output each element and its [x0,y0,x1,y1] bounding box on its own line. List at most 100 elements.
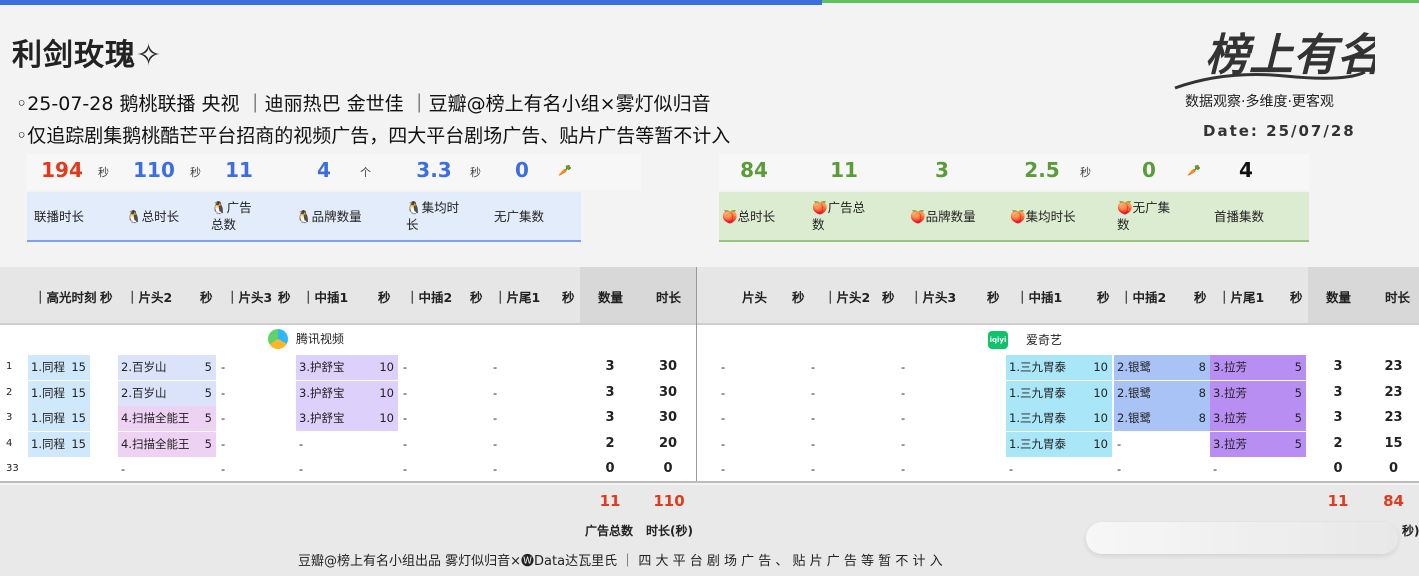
ad-brand: 3.护舒宝 [299,411,345,425]
ad-slot: 3.拉芳 5 [1210,406,1306,431]
ad-brand: - [1117,436,1122,451]
ad-brand: 4.扫描全能王 [121,436,190,451]
ad-slot: - [490,381,580,406]
ad-slot: - [808,432,896,457]
episode-number: 3 [6,412,13,423]
ad-seconds: 10 [1093,385,1108,400]
total-duration-label-right: 秒) [1402,524,1419,538]
platform-tencent: 腾讯视频 [268,328,344,350]
info-line-2: ◦仅追踪剧集鹅桃酷芒平台招商的视频广告，四大平台剧场广告、贴片广告等暂不计入 [16,125,731,147]
ad-slot: 3.护舒宝 10 [296,380,398,406]
ad-slot: - [1114,432,1210,457]
iqiyi-icon: iqiyi [988,331,1008,349]
ad-brand: - [721,436,726,451]
ad-brand: - [221,385,226,400]
stat-right-label: 🍑总时长 [722,209,776,224]
row-left-count: 3 [605,384,615,400]
ad-slot: - [400,406,492,431]
total-left-duration: 110 [653,492,685,510]
ad-brand: 4.扫描全能王 [121,411,190,425]
ad-slot: - [218,381,296,406]
ad-seconds: 15 [71,385,86,400]
ad-slot: - [400,457,492,479]
ad-brand: - [403,462,408,476]
ad-slot: - [1114,457,1210,479]
ad-slot: - [898,406,1006,431]
ad-slot: - [718,355,806,380]
ad-brand: 1.同程 [31,385,65,400]
header-right-col: 秒 [1194,290,1207,305]
platform-iqiyi: iqiyi 爱奇艺 [988,330,1062,350]
ad-seconds: 8 [1198,411,1206,425]
total-right-count: 11 [1327,492,1349,510]
ad-slot: - [490,355,580,380]
ad-slot: - [490,432,580,457]
page-title: 利剑玫瑰✧ [12,38,163,73]
stat-left-value: 0 [515,158,529,182]
stat-right-value: 11 [830,158,858,182]
stat-left-unit: 秒 [190,166,201,179]
ad-brand: - [221,436,226,451]
ad-brand: - [493,436,498,451]
ad-brand: - [811,411,816,425]
ad-brand: - [403,436,408,451]
ad-brand: - [901,462,906,476]
ad-slot: - [808,457,896,479]
ad-seconds: 8 [1198,385,1206,400]
info-line-1: ◦25-07-28 鹅桃联播 央视 ｜迪丽热巴 金世佳 ｜豆瓣@榜上有名小组×雾… [16,93,711,115]
header-left-col: ｜片头2 [126,290,173,305]
stat-left-unit: 秒 [98,166,109,179]
ad-slot: - [400,355,492,380]
ad-seconds: 10 [1093,436,1108,451]
header-right-col: ｜中插1 [1016,290,1063,305]
ad-brand: - [1213,462,1218,476]
stat-left-label: 联播时长 [34,209,85,224]
ad-seconds: 10 [379,411,394,425]
ad-seconds: 15 [71,436,86,451]
ad-brand: - [811,436,816,451]
total-left-count: 11 [599,492,621,510]
ad-brand: 1.同程 [31,411,65,425]
footer-note: 豆瓣@榜上有名小组出品 雾灯似归音×🅦Data达瓦里氏 ｜ 四 大 平 台 剧 … [298,554,943,569]
tagline: 数据观察·多维度·更客观 [1185,94,1334,110]
top-accent-bar [0,0,822,5]
ad-seconds: 5 [204,385,212,400]
episode-number: 2 [6,386,13,398]
ad-brand: - [901,385,906,400]
stat-right-label: 🍑无广集 数 [1117,200,1171,232]
stat-left-label: 🐧广告 总数 [211,200,252,232]
row-right-count: 2 [1333,435,1343,451]
platform-divider [696,267,697,483]
ad-slot: - [718,457,806,479]
scroll-handle[interactable] [1086,522,1398,554]
row-left-count: 0 [605,461,615,476]
ad-slot: 1.同程 15 [28,380,90,406]
header-left-col: ｜中插2 [406,290,453,305]
ad-brand: 2.银鹭 [1117,411,1151,425]
ad-slot: - [898,432,1006,457]
header-left-col: 秒 [200,290,213,305]
ad-seconds: 5 [1294,360,1302,374]
stat-left-label: 🐧集均时 长 [406,200,460,232]
stat-right-value: 2.5 [1024,158,1060,182]
ad-slot: - [718,381,806,406]
ad-slot: - [296,457,398,479]
header-right-col: 秒 [1290,290,1303,305]
stat-left-unit: 🥕 [558,164,572,177]
ad-seconds: 10 [1093,411,1108,425]
ad-brand: - [1117,462,1122,476]
ad-slot: 2.银鹭 8 [1114,355,1210,380]
ad-slot: - [400,432,492,457]
ad-brand: - [403,411,408,425]
stat-left-value: 110 [133,158,175,182]
ad-seconds: 15 [71,360,86,374]
ad-slot: - [808,406,896,431]
row-right-count: 3 [1333,359,1343,374]
ad-seconds: 10 [1093,360,1108,374]
ad-slot: - [898,457,1006,479]
logo-text: 榜上有名 [1205,30,1375,81]
row-left-count: 2 [605,435,615,451]
ad-slot: - [1006,457,1112,479]
stat-left-label: 🐧总时长 [126,209,180,224]
ad-seconds: 5 [204,411,212,425]
